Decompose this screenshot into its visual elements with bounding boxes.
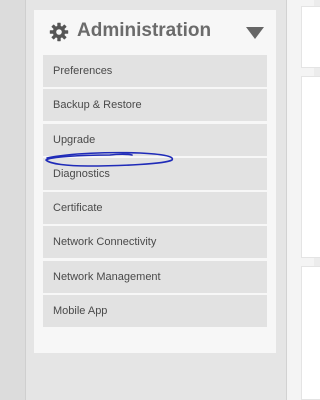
gear-icon [49, 22, 69, 42]
menu-item-upgrade[interactable]: Upgrade [43, 123, 267, 156]
menu-item-network-connectivity[interactable]: Network Connectivity [43, 226, 267, 259]
administration-menu: Preferences Backup & Restore Upgrade Dia… [43, 55, 267, 329]
caret-down-icon[interactable] [245, 26, 265, 40]
content-card [301, 6, 320, 68]
content-card [301, 76, 320, 258]
menu-item-diagnostics[interactable]: Diagnostics [43, 157, 267, 190]
content-card [301, 266, 320, 400]
administration-panel: Administration Preferences Backup & Rest… [34, 10, 276, 353]
page: Administration Preferences Backup & Rest… [0, 0, 320, 400]
menu-item-backup-restore[interactable]: Backup & Restore [43, 89, 267, 122]
menu-item-preferences[interactable]: Preferences [43, 55, 267, 87]
right-content-edge [286, 0, 320, 400]
menu-item-certificate[interactable]: Certificate [43, 192, 267, 225]
menu-item-mobile-app[interactable]: Mobile App [43, 295, 267, 328]
panel-title: Administration [77, 20, 212, 41]
menu-item-network-management[interactable]: Network Management [43, 260, 267, 293]
left-gutter [0, 0, 26, 400]
sidebar: Administration Preferences Backup & Rest… [26, 0, 286, 400]
administration-header[interactable]: Administration [34, 10, 276, 55]
